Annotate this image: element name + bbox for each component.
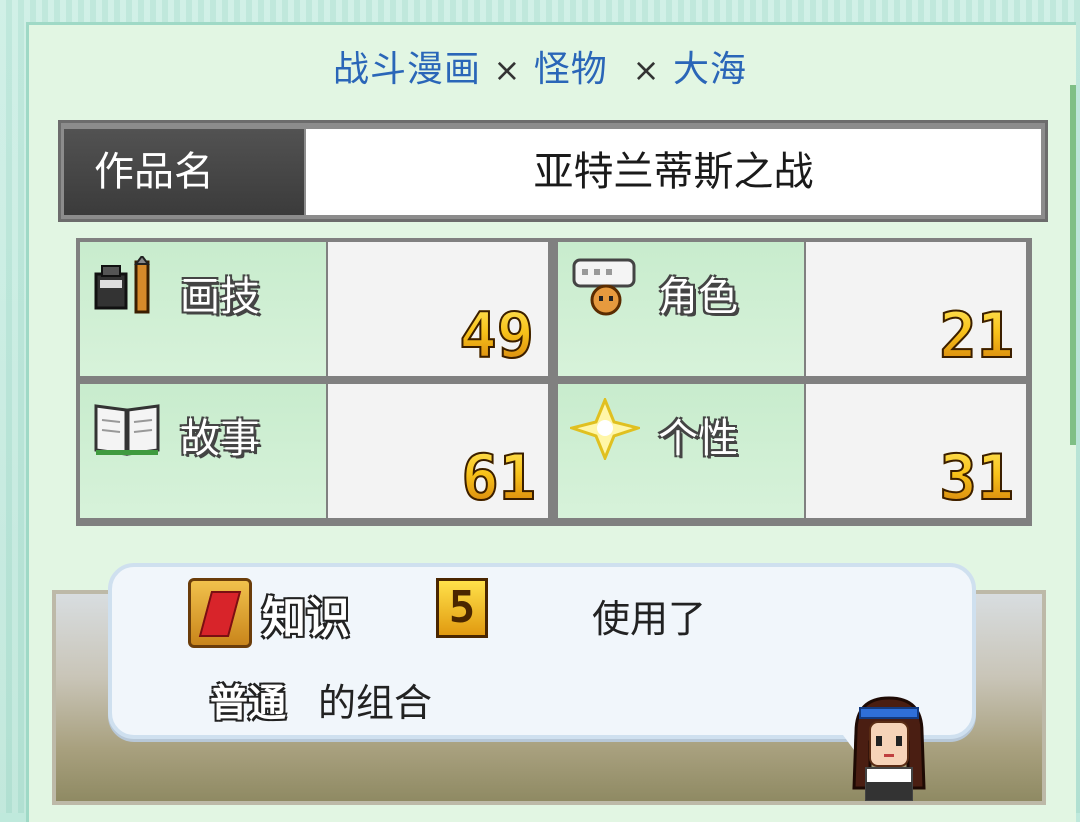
stats-grid: 画技 49 角色 21 故事 61 个性 31: [76, 238, 1032, 526]
combo-text: 的组合: [318, 681, 433, 725]
stat-drawing-value: 49: [458, 298, 535, 373]
panel-edge: [1070, 85, 1076, 445]
genre-monster: 怪物: [533, 49, 608, 90]
work-title-value: 亚特兰蒂斯之战: [306, 129, 1041, 215]
stat-story-label: 故事: [180, 416, 260, 462]
stat-character: 角色 21: [558, 242, 1026, 376]
stat-character-label: 角色: [658, 274, 738, 320]
skill-name: 知识: [262, 593, 350, 644]
genre-combination: 战斗漫画 × 怪物 × 大海: [0, 40, 1080, 92]
work-title-box: 作品名 亚特兰蒂斯之战: [58, 120, 1048, 222]
knowledge-book-icon: [188, 578, 252, 648]
times-sign: ×: [493, 51, 522, 89]
stat-personality-label: 个性: [658, 416, 738, 462]
times-sign: ×: [632, 51, 661, 89]
used-text: 使用了: [592, 597, 707, 641]
stat-character-value: 21: [938, 298, 1015, 373]
open-book-icon: [94, 404, 160, 456]
genre-battle-manga: 战斗漫画: [333, 49, 482, 90]
work-title-label: 作品名: [64, 129, 304, 215]
stat-personality: 个性 31: [558, 384, 1026, 518]
combo-rank: 普通: [210, 681, 287, 725]
sparkle-icon: [570, 398, 640, 460]
stat-story-value: 61: [460, 440, 537, 515]
stat-story: 故事 61: [80, 384, 548, 518]
pen-ink-icon: [94, 256, 150, 314]
stat-drawing: 画技 49: [80, 242, 548, 376]
assistant-avatar: [852, 696, 926, 801]
stat-drawing-label: 画技: [180, 274, 260, 320]
genre-sea: 大海: [672, 49, 747, 90]
character-speech-icon: [572, 258, 636, 316]
stat-personality-value: 31: [938, 440, 1015, 515]
skill-level: 5: [436, 578, 488, 638]
